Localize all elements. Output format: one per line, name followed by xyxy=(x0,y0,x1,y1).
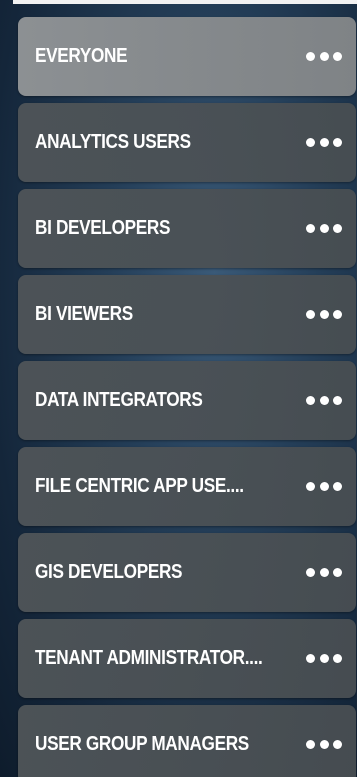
more-options-button[interactable] xyxy=(306,479,342,493)
more-options-button[interactable] xyxy=(306,307,342,321)
more-horizontal-icon xyxy=(306,653,315,663)
group-item-file-centric-app-users[interactable]: FILE CENTRIC APP USE.... xyxy=(18,447,356,526)
group-item-user-group-managers[interactable]: USER GROUP MANAGERS xyxy=(18,705,356,777)
group-item-bi-viewers[interactable]: BI VIEWERS xyxy=(18,275,356,354)
more-options-button[interactable] xyxy=(306,565,342,579)
more-horizontal-icon xyxy=(306,137,315,147)
more-options-button[interactable] xyxy=(306,737,342,751)
more-horizontal-icon xyxy=(306,481,315,491)
more-options-button[interactable] xyxy=(306,135,342,149)
group-list: EVERYONE ANALYTICS USERS BI DEVELOPERS B… xyxy=(18,17,356,777)
group-item-bi-developers[interactable]: BI DEVELOPERS xyxy=(18,189,356,268)
more-options-button[interactable] xyxy=(306,393,342,407)
top-divider xyxy=(13,0,357,4)
group-item-label: DATA INTEGRATORS xyxy=(35,389,203,411)
group-item-label: FILE CENTRIC APP USE.... xyxy=(35,475,244,497)
group-item-data-integrators[interactable]: DATA INTEGRATORS xyxy=(18,361,356,440)
group-item-label: EVERYONE xyxy=(35,45,128,67)
more-horizontal-icon xyxy=(306,223,315,233)
more-options-button[interactable] xyxy=(306,49,342,63)
more-horizontal-icon xyxy=(306,739,315,749)
more-horizontal-icon xyxy=(306,395,315,405)
group-item-label: USER GROUP MANAGERS xyxy=(35,733,249,755)
group-item-gis-developers[interactable]: GIS DEVELOPERS xyxy=(18,533,356,612)
group-item-label: GIS DEVELOPERS xyxy=(35,561,183,583)
more-options-button[interactable] xyxy=(306,221,342,235)
group-item-label: BI DEVELOPERS xyxy=(35,217,171,239)
group-item-label: BI VIEWERS xyxy=(35,303,133,325)
group-item-everyone[interactable]: EVERYONE xyxy=(18,17,356,96)
group-item-label: ANALYTICS USERS xyxy=(35,131,191,153)
more-horizontal-icon xyxy=(306,309,315,319)
group-item-tenant-administrators[interactable]: TENANT ADMINISTRATOR.... xyxy=(18,619,356,698)
more-horizontal-icon xyxy=(306,51,315,61)
more-horizontal-icon xyxy=(306,567,315,577)
more-options-button[interactable] xyxy=(306,651,342,665)
group-item-label: TENANT ADMINISTRATOR.... xyxy=(35,647,263,669)
group-item-analytics-users[interactable]: ANALYTICS USERS xyxy=(18,103,356,182)
